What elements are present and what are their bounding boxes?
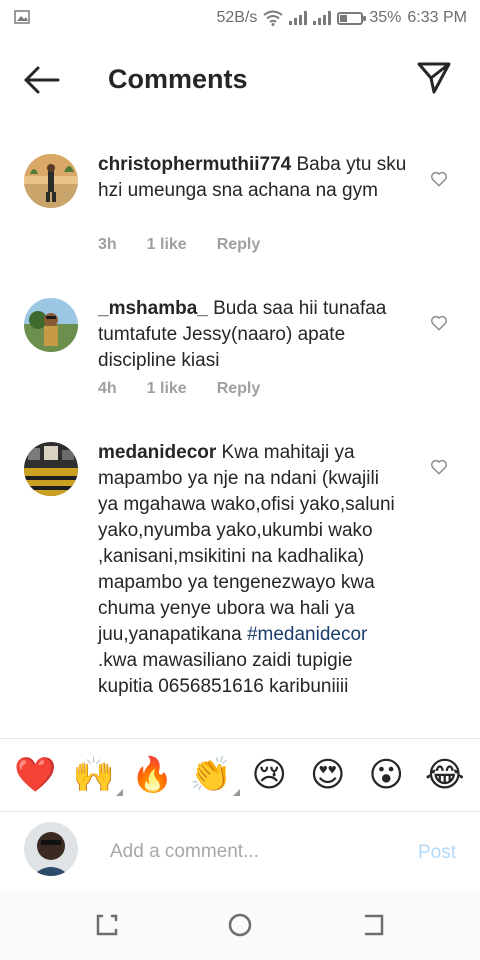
- comment-content: Kwa mahitaji ya mapambo ya nje na ndani …: [98, 442, 395, 645]
- comment-composer: Post: [0, 812, 480, 892]
- comment-username[interactable]: medanidecor: [98, 442, 216, 463]
- gallery-icon: [14, 10, 30, 24]
- avatar[interactable]: [24, 154, 78, 208]
- comment-username[interactable]: _mshamba_: [98, 298, 208, 319]
- header: Comments: [0, 50, 480, 110]
- post-button[interactable]: Post: [418, 842, 456, 864]
- heart-icon[interactable]: [430, 170, 448, 188]
- status-bar: 52B/s 35% 6:33 PM: [0, 0, 480, 36]
- avatar[interactable]: [24, 442, 78, 496]
- wifi-icon: [263, 10, 283, 26]
- emoji-raised-hands[interactable]: 🙌: [71, 752, 123, 798]
- clock: 6:33 PM: [407, 9, 467, 26]
- comment-meta: 4h 1 like Reply: [98, 380, 260, 398]
- battery-percent: 35%: [369, 9, 402, 26]
- emoji-wow[interactable]: 😮: [363, 752, 409, 798]
- arrow-left-icon: [24, 66, 60, 94]
- reply-button[interactable]: Reply: [217, 236, 261, 254]
- emoji-laugh[interactable]: 😂: [422, 752, 468, 798]
- heart-icon[interactable]: [430, 458, 448, 476]
- direct-send-icon: [417, 62, 451, 94]
- emoji-fire[interactable]: 🔥: [129, 752, 175, 798]
- emoji-heart[interactable]: ❤️: [12, 752, 58, 798]
- direct-send-button[interactable]: [416, 60, 452, 96]
- signal-icon-2: [313, 11, 332, 25]
- comment-time: 3h: [98, 236, 117, 253]
- net-speed: 52B/s: [216, 9, 258, 26]
- status-right: 52B/s 35% 6:33 PM: [216, 9, 467, 27]
- comment-text: medanidecor Kwa mahitaji ya mapambo ya n…: [98, 440, 398, 700]
- back-button[interactable]: [22, 64, 62, 96]
- heart-icon[interactable]: [430, 314, 448, 332]
- emoji-heart-eyes[interactable]: 😍: [305, 752, 351, 798]
- comment-likes[interactable]: 1 like: [147, 380, 187, 398]
- skin-tone-indicator: [232, 789, 240, 796]
- back-nav-button[interactable]: [360, 912, 386, 938]
- home-button[interactable]: [227, 912, 253, 938]
- recent-apps-button[interactable]: [94, 912, 120, 938]
- reply-button[interactable]: Reply: [217, 380, 261, 398]
- recent-apps-icon: [96, 914, 118, 936]
- comment-input[interactable]: [108, 836, 402, 868]
- avatar[interactable]: [24, 298, 78, 352]
- comment-username[interactable]: christophermuthii774: [98, 154, 291, 175]
- battery-icon: [337, 11, 367, 25]
- skin-tone-indicator: [115, 789, 123, 796]
- current-user-avatar: [24, 822, 78, 876]
- back-nav-icon: [364, 914, 384, 936]
- hashtag-link[interactable]: #medanidecor: [247, 624, 367, 645]
- comment-meta: 3h 1 like Reply: [98, 236, 260, 254]
- comment-time: 4h: [98, 380, 117, 397]
- emoji-clap[interactable]: 👏: [188, 752, 240, 798]
- comment-content-tail: .kwa mawasiliano zaidi tupigie kupitia 0…: [98, 650, 353, 697]
- emoji-cry[interactable]: 😢: [246, 752, 292, 798]
- emoji-raised-hands-glyph: 🙌: [72, 755, 115, 795]
- emoji-clap-glyph: 👏: [189, 755, 232, 795]
- comment-likes[interactable]: 1 like: [147, 236, 187, 254]
- home-icon: [228, 913, 252, 937]
- comment-text: _mshamba_ Buda saa hii tunafaa tumtafute…: [98, 296, 410, 374]
- emoji-bar: ❤️ 🙌 🔥 👏 😢 😍 😮 😂: [0, 738, 480, 812]
- comments-list[interactable]: christophermuthii774 Baba ytu sku hzi um…: [0, 138, 480, 736]
- system-nav-bar: [0, 892, 480, 960]
- page-title: Comments: [108, 64, 248, 94]
- comment-text: christophermuthii774 Baba ytu sku hzi um…: [98, 152, 410, 204]
- signal-icon: [289, 11, 308, 25]
